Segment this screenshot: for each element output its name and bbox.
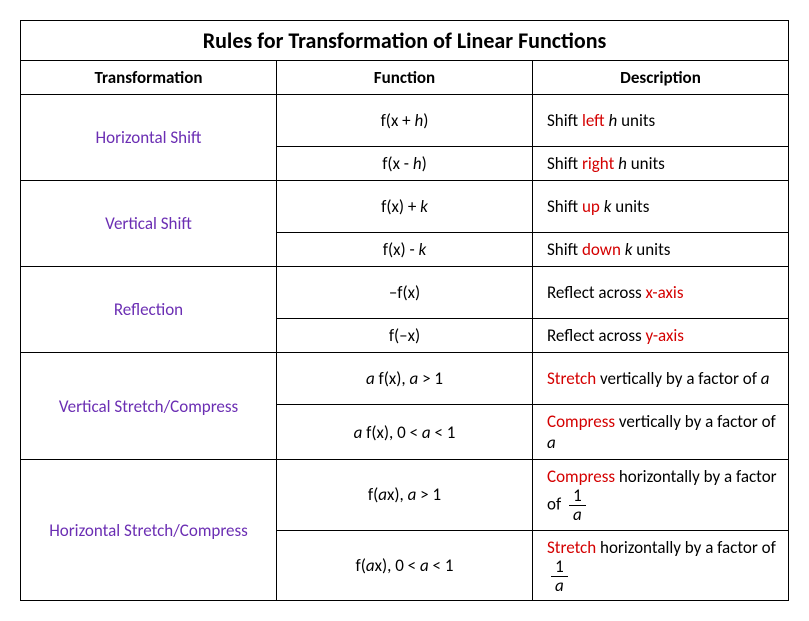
transformation-name: Vertical Shift	[21, 181, 277, 267]
description-cell: Shift up k units	[533, 181, 789, 233]
function-cell: f(x) + k	[277, 181, 533, 233]
title-row: Rules for Transformation of Linear Funct…	[21, 21, 789, 61]
description-cell: Compress vertically by a factor of a	[533, 405, 789, 460]
transformation-name: Vertical Stretch/Compress	[21, 353, 277, 460]
fraction: 1a	[551, 558, 568, 595]
transformation-name: Horizontal Shift	[21, 95, 277, 181]
table-row: Vertical Stretch/Compress a f(x), a > 1 …	[21, 353, 789, 405]
table-row: Reflection –f(x) Reflect across x-axis	[21, 267, 789, 319]
function-cell: –f(x)	[277, 267, 533, 319]
fraction: 1a	[569, 487, 586, 524]
function-cell: f(ax), 0 < a < 1	[277, 530, 533, 601]
function-cell: f(ax), a > 1	[277, 460, 533, 531]
table-row: Horizontal Stretch/Compress f(ax), a > 1…	[21, 460, 789, 531]
description-cell: Compress horizontally by a factor of 1a	[533, 460, 789, 531]
transformation-name: Reflection	[21, 267, 277, 353]
function-cell: a f(x), 0 < a < 1	[277, 405, 533, 460]
description-cell: Shift left h units	[533, 95, 789, 147]
function-cell: f(x - h)	[277, 147, 533, 181]
description-cell: Stretch horizontally by a factor of 1a	[533, 530, 789, 601]
function-cell: f(x) - k	[277, 233, 533, 267]
description-cell: Shift right h units	[533, 147, 789, 181]
table-row: Horizontal Shift f(x + h) Shift left h u…	[21, 95, 789, 147]
header-row: Transformation Function Description	[21, 61, 789, 95]
header-transformation: Transformation	[21, 61, 277, 95]
description-cell: Stretch vertically by a factor of a	[533, 353, 789, 405]
header-description: Description	[533, 61, 789, 95]
function-cell: a f(x), a > 1	[277, 353, 533, 405]
description-cell: Reflect across x-axis	[533, 267, 789, 319]
function-cell: f(–x)	[277, 319, 533, 353]
description-cell: Shift down k units	[533, 233, 789, 267]
header-function: Function	[277, 61, 533, 95]
transformation-rules-table: Rules for Transformation of Linear Funct…	[20, 20, 789, 601]
table-title: Rules for Transformation of Linear Funct…	[21, 21, 789, 61]
description-cell: Reflect across y-axis	[533, 319, 789, 353]
function-cell: f(x + h)	[277, 95, 533, 147]
table-row: Vertical Shift f(x) + k Shift up k units	[21, 181, 789, 233]
transformation-name: Horizontal Stretch/Compress	[21, 460, 277, 601]
